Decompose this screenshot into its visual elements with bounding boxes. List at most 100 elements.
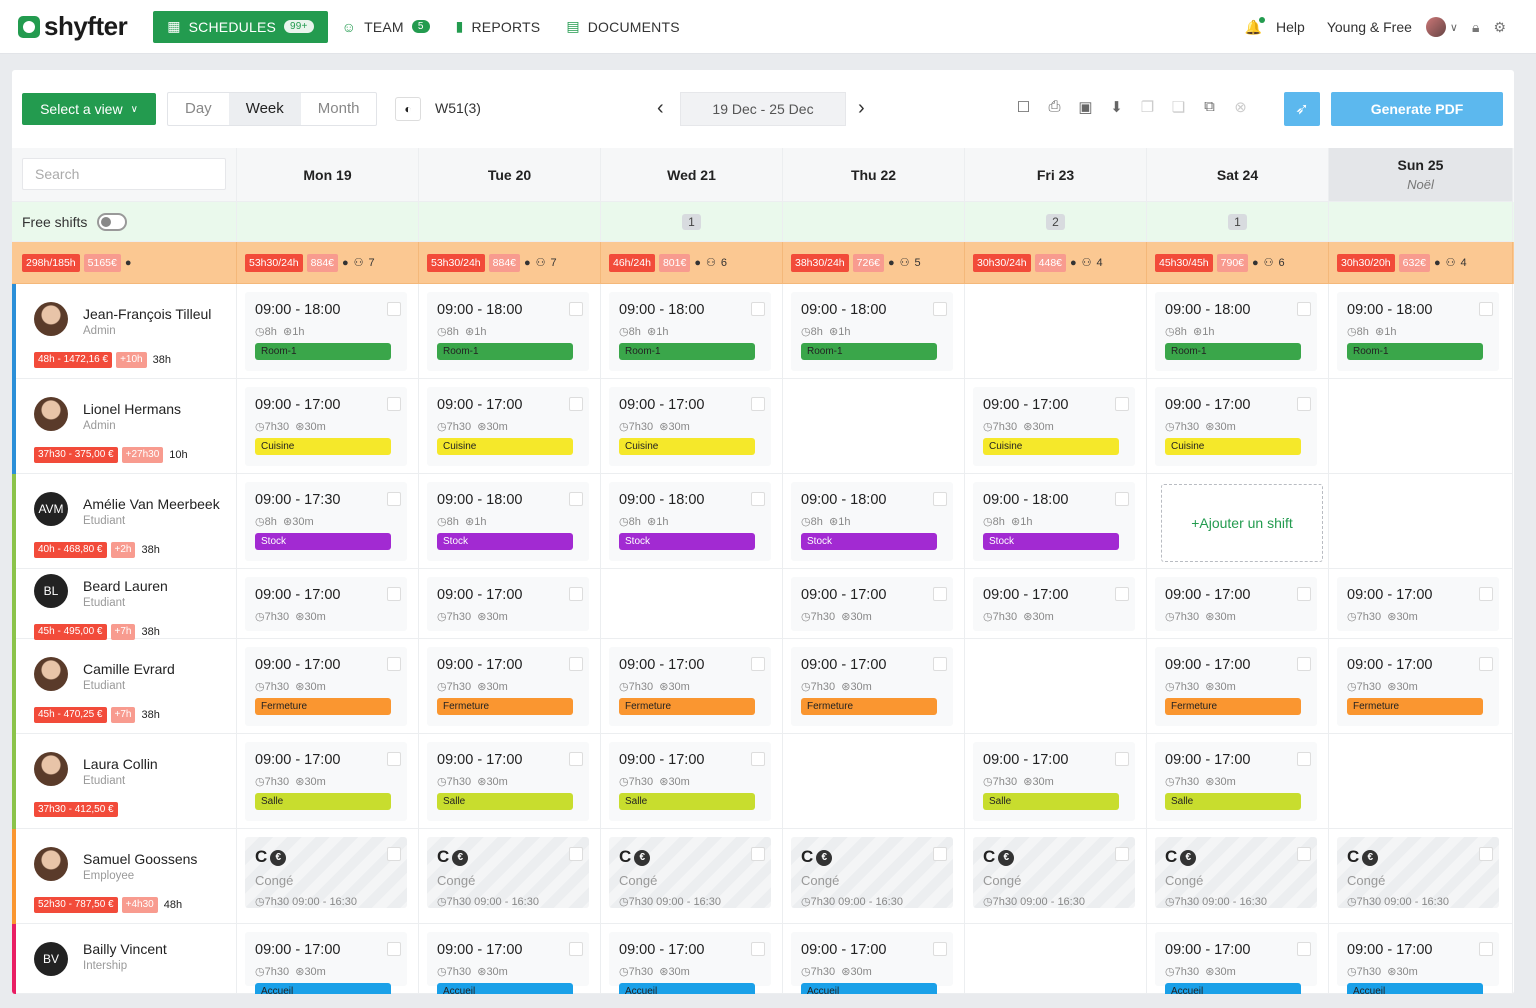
shift-checkbox[interactable] — [1115, 492, 1129, 506]
employee-cell[interactable]: Laura Collin Etudiant 37h30 - 412,50 € — [12, 734, 237, 829]
free-shift-count[interactable]: 1 — [682, 213, 701, 230]
day-cell[interactable]: 09:00 - 17:00 ◷7h30 ⊛30m Accueil — [1329, 924, 1513, 994]
day-cell[interactable]: 09:00 - 17:00 ◷7h30 ⊛30m Fermeture — [1147, 639, 1329, 734]
employee-cell[interactable]: Jean-François Tilleul Admin 48h - 1472,16 … — [12, 284, 237, 379]
shift-checkbox[interactable] — [387, 752, 401, 766]
day-cell[interactable]: 09:00 - 17:00 ◷7h30 ⊛30m Accueil — [419, 924, 601, 994]
day-cell[interactable]: 09:00 - 17:00 ◷7h30 ⊛30m Accueil — [783, 924, 965, 994]
nav-documents[interactable]: ▤ DOCUMENTS — [566, 18, 679, 35]
day-cell[interactable]: 09:00 - 18:00 ◷8h ⊛1h Room-1 — [237, 284, 419, 379]
day-cell[interactable]: 09:00 - 17:00 ◷7h30 ⊛30m Accueil — [601, 924, 783, 994]
help-link[interactable]: Help — [1276, 19, 1305, 35]
shift-card[interactable]: 09:00 - 18:00 ◷8h ⊛1h Room-1 — [609, 292, 771, 371]
shift-card[interactable]: 09:00 - 17:00 ◷7h30 ⊛30m Cuisine — [1155, 387, 1317, 466]
day-cell[interactable]: 09:00 - 17:00 ◷7h30 ⊛30m Cuisine — [1147, 379, 1329, 474]
shift-checkbox[interactable] — [1479, 587, 1493, 601]
shift-checkbox[interactable] — [933, 492, 947, 506]
shift-checkbox[interactable] — [387, 397, 401, 411]
shift-checkbox[interactable] — [569, 942, 583, 956]
employee-cell[interactable]: BV Bailly Vincent Intership — [12, 924, 237, 994]
shift-checkbox[interactable] — [387, 657, 401, 671]
shift-checkbox[interactable] — [933, 302, 947, 316]
day-cell[interactable]: C € Congé ◷7h30 09:00 - 16:30 — [237, 829, 419, 924]
shift-checkbox[interactable] — [387, 492, 401, 506]
shift-checkbox[interactable] — [751, 752, 765, 766]
day-cell[interactable]: 09:00 - 17:00 ◷7h30 ⊛30m Cuisine — [237, 379, 419, 474]
shift-card[interactable]: 09:00 - 17:00 ◷7h30 ⊛30m Cuisine — [245, 387, 407, 466]
info-icon[interactable]: ● — [888, 257, 895, 269]
shift-card[interactable]: 09:00 - 18:00 ◷8h ⊛1h Stock — [973, 482, 1135, 561]
shift-checkbox[interactable] — [1115, 752, 1129, 766]
employee-cell[interactable]: BL Beard Lauren Etudiant 45h - 495,00 € +7h 3… — [12, 569, 237, 640]
generate-pdf-button[interactable]: Generate PDF — [1331, 92, 1503, 126]
shift-card[interactable]: 09:00 - 18:00 ◷8h ⊛1h Room-1 — [245, 292, 407, 371]
day-cell[interactable]: 09:00 - 17:00 ◷7h30 ⊛30m Cuisine — [965, 379, 1147, 474]
shift-checkbox[interactable] — [1297, 752, 1311, 766]
shift-card[interactable]: 09:00 - 17:00 ◷7h30 ⊛30m Fermeture — [791, 647, 953, 726]
day-cell[interactable]: 09:00 - 17:00 ◷7h30 ⊛30m Salle — [237, 734, 419, 829]
day-cell[interactable]: 09:00 - 17:00 ◷7h30 ⊛30m — [783, 569, 965, 639]
shift-card[interactable]: 09:00 - 17:00 ◷7h30 ⊛30m Accueil — [791, 932, 953, 994]
info-icon[interactable]: ● — [1070, 257, 1077, 269]
print-icon[interactable]: ⎙ — [1039, 98, 1070, 116]
shift-checkbox[interactable] — [1479, 657, 1493, 671]
shift-card[interactable]: 09:00 - 17:00 ◷7h30 ⊛30m Salle — [1155, 742, 1317, 821]
day-cell[interactable]: 09:00 - 17:00 ◷7h30 ⊛30m Accueil — [1147, 924, 1329, 994]
nav-team[interactable]: ☺ TEAM 5 — [342, 19, 430, 35]
info-icon[interactable]: ● — [342, 257, 349, 269]
info-icon[interactable]: ● — [1434, 257, 1441, 269]
leave-card[interactable]: C € Congé ◷7h30 09:00 - 16:30 — [245, 837, 407, 908]
shift-checkbox[interactable] — [569, 752, 583, 766]
shift-checkbox[interactable] — [1297, 302, 1311, 316]
shift-card[interactable]: 09:00 - 17:00 ◷7h30 ⊛30m Fermeture — [427, 647, 589, 726]
day-cell[interactable]: 09:00 - 17:00 ◷7h30 ⊛30m Fermeture — [1329, 639, 1513, 734]
shift-card[interactable]: 09:00 - 17:00 ◷7h30 ⊛30m Fermeture — [1155, 647, 1317, 726]
info-icon[interactable]: ● — [125, 257, 132, 269]
day-cell[interactable]: 09:00 - 17:00 ◷7h30 ⊛30m — [965, 569, 1147, 639]
shift-checkbox[interactable] — [569, 587, 583, 601]
day-cell[interactable]: 09:00 - 18:00 ◷8h ⊛1h Stock — [965, 474, 1147, 569]
nav-reports[interactable]: ▮ REPORTS — [456, 18, 541, 35]
day-cell[interactable]: 09:00 - 18:00 ◷8h ⊛1h Room-1 — [1147, 284, 1329, 379]
shift-card[interactable]: 09:00 - 17:00 ◷7h30 ⊛30m — [427, 577, 589, 631]
duplicate-icon[interactable]: ⧉ — [1194, 98, 1225, 116]
day-cell[interactable]: 09:00 - 18:00 ◷8h ⊛1h Stock — [783, 474, 965, 569]
prev-week-icon[interactable]: ‹ — [657, 97, 664, 120]
copy-icon[interactable]: ❐ — [1132, 98, 1163, 116]
shift-checkbox[interactable] — [387, 847, 401, 861]
bell-icon[interactable]: 🔔 — [1245, 16, 1266, 36]
shift-checkbox[interactable] — [1479, 942, 1493, 956]
add-shift-button[interactable]: +Ajouter un shift — [1161, 484, 1323, 562]
shift-card[interactable]: 09:00 - 17:00 ◷7h30 ⊛30m Fermeture — [1337, 647, 1499, 726]
day-cell[interactable] — [965, 924, 1147, 994]
info-icon[interactable]: ● — [694, 257, 701, 269]
shift-checkbox[interactable] — [569, 492, 583, 506]
gear-icon[interactable]: ⚙ — [1493, 19, 1506, 36]
free-shift-count[interactable]: 2 — [1046, 213, 1065, 230]
day-cell[interactable]: 09:00 - 17:00 ◷7h30 ⊛30m Fermeture — [237, 639, 419, 734]
shift-checkbox[interactable] — [1297, 657, 1311, 671]
day-cell[interactable]: 09:00 - 18:00 ◷8h ⊛1h Room-1 — [783, 284, 965, 379]
shift-checkbox[interactable] — [1479, 302, 1493, 316]
shift-card[interactable]: 09:00 - 18:00 ◷8h ⊛1h Room-1 — [1155, 292, 1317, 371]
day-cell[interactable]: 09:00 - 17:00 ◷7h30 ⊛30m — [1329, 569, 1513, 639]
shift-checkbox[interactable] — [933, 657, 947, 671]
day-cell[interactable] — [1329, 474, 1513, 569]
day-cell[interactable]: 09:00 - 18:00 ◷8h ⊛1h Room-1 — [1329, 284, 1513, 379]
shift-checkbox[interactable] — [751, 492, 765, 506]
shift-card[interactable]: 09:00 - 17:00 ◷7h30 ⊛30m Accueil — [1155, 932, 1317, 994]
day-cell[interactable]: 09:00 - 17:00 ◷7h30 ⊛30m — [237, 569, 419, 639]
shift-checkbox[interactable] — [933, 942, 947, 956]
day-cell[interactable]: 09:00 - 18:00 ◷8h ⊛1h Stock — [601, 474, 783, 569]
day-cell[interactable]: 09:00 - 17:30 ◷8h ⊛30m Stock — [237, 474, 419, 569]
shift-checkbox[interactable] — [569, 302, 583, 316]
shift-checkbox[interactable] — [933, 847, 947, 861]
shift-checkbox[interactable] — [569, 847, 583, 861]
shift-checkbox[interactable] — [751, 847, 765, 861]
user-avatar[interactable]: ∨ — [1425, 17, 1458, 37]
shift-card[interactable]: 09:00 - 17:00 ◷7h30 ⊛30m Fermeture — [245, 647, 407, 726]
shift-card[interactable]: 09:00 - 17:00 ◷7h30 ⊛30m Accueil — [1337, 932, 1499, 994]
day-cell[interactable]: 09:00 - 17:00 ◷7h30 ⊛30m Salle — [1147, 734, 1329, 829]
leave-card[interactable]: C € Congé ◷7h30 09:00 - 16:30 — [1155, 837, 1317, 908]
day-cell[interactable] — [1329, 734, 1513, 829]
